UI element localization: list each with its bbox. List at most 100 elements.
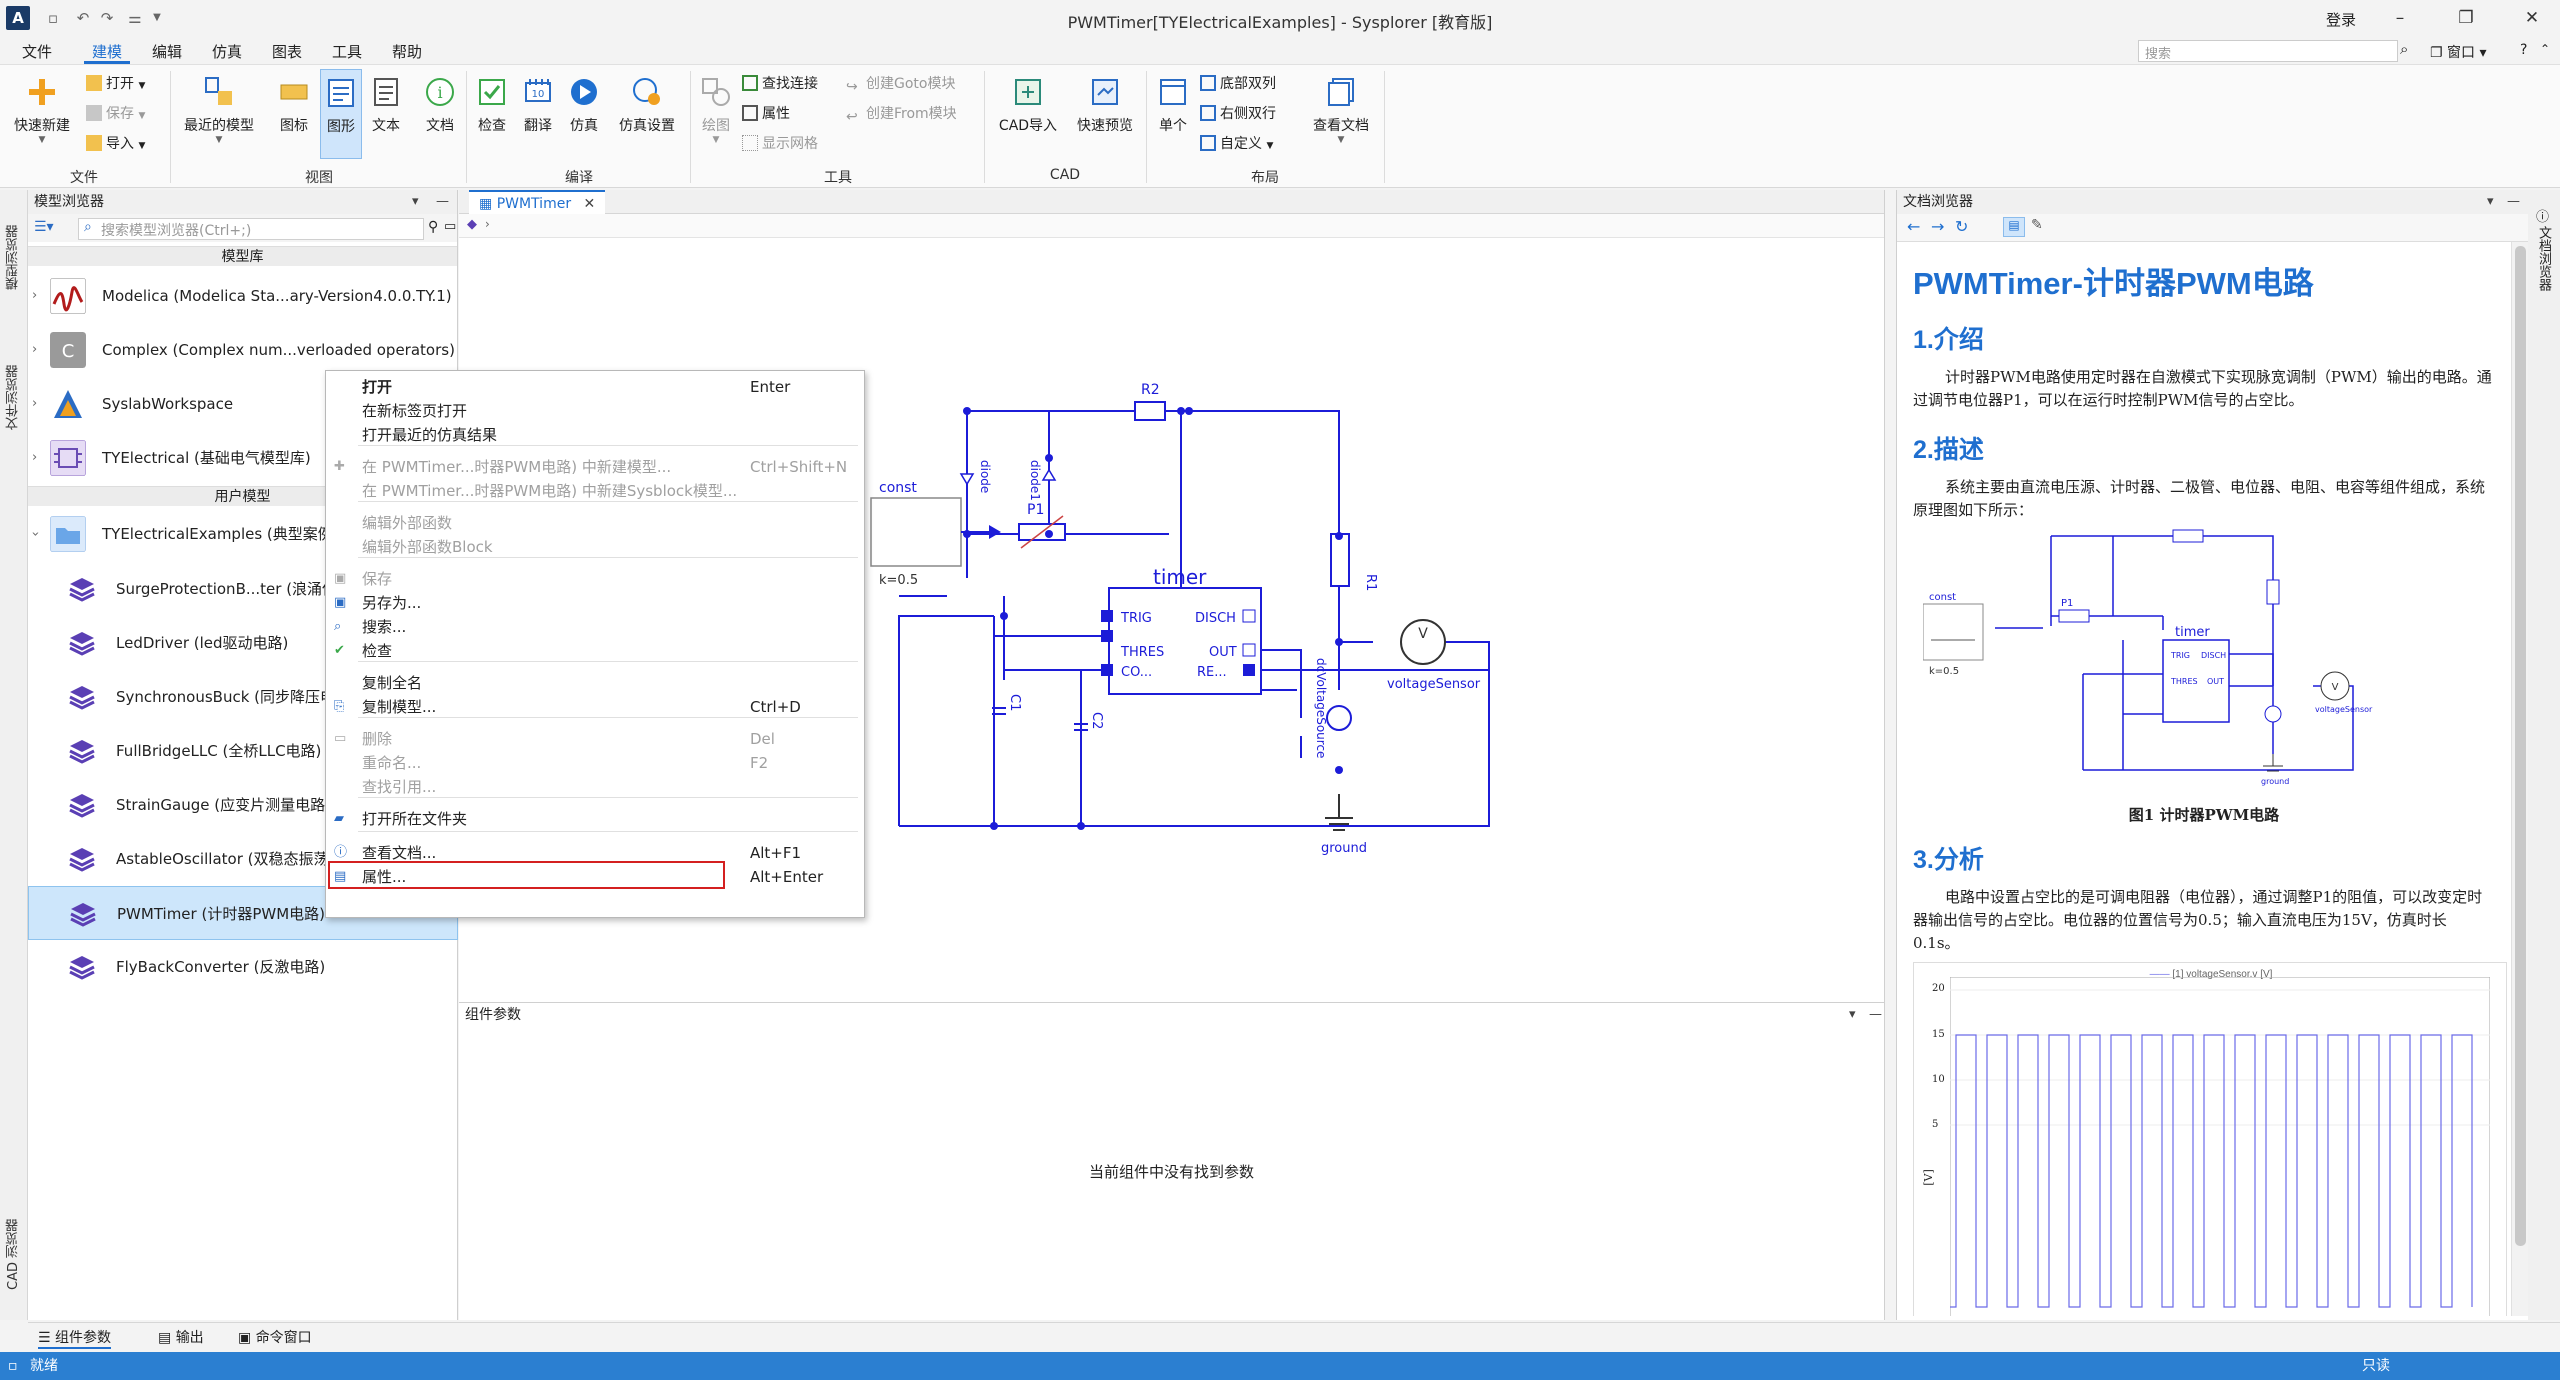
context-menu-item[interactable]: 在 PWMTimer...时器PWM电路) 中新建Sysblock模型... <box>326 479 866 503</box>
sim-settings-button[interactable]: 仿真设置 <box>612 75 682 135</box>
redo-icon[interactable]: ↷ <box>96 7 118 29</box>
login-link[interactable]: 登录 <box>2326 9 2356 30</box>
doc-scroll-thumb[interactable] <box>2515 246 2526 1246</box>
simulate-button[interactable]: 仿真 <box>564 75 604 135</box>
menu-edit[interactable]: 编辑 <box>144 40 190 64</box>
quick-access-icon[interactable]: ⚌ <box>124 7 146 29</box>
panel-menu-icon[interactable]: ▾ <box>2487 190 2494 214</box>
save-button[interactable]: 保存 ▼ <box>86 103 145 125</box>
minimize-icon[interactable]: – <box>2380 4 2420 32</box>
diagram-view-button[interactable]: 图形 <box>320 69 362 159</box>
translate-button[interactable]: 10 翻译 <box>518 75 558 135</box>
bottom-two-column-button[interactable]: 底部双列 <box>1200 73 1276 95</box>
quick-new-button[interactable]: 快速新建 ▼ <box>6 75 78 145</box>
tab-model-browser[interactable]: 模型浏览器 <box>4 200 24 290</box>
show-grid-button[interactable]: 显示网格 <box>742 133 818 155</box>
context-menu-item[interactable]: 复制全名 <box>326 671 866 695</box>
customize-quick-access-icon[interactable]: ▼ <box>146 7 168 29</box>
panel-minimize-icon[interactable]: — <box>1869 1003 1882 1027</box>
context-menu-item[interactable]: ▣ 保存 <box>326 567 866 591</box>
draw-button[interactable]: 绘图 ▼ <box>696 75 736 145</box>
import-button[interactable]: 导入 ▼ <box>86 133 145 155</box>
context-menu-item[interactable]: 在新标签页打开 <box>326 399 866 423</box>
expand-arrow-icon[interactable]: › <box>32 378 37 430</box>
check-button[interactable]: 检查 <box>472 75 512 135</box>
custom-layout-button[interactable]: 自定义 ▼ <box>1200 133 1273 155</box>
context-menu-item[interactable]: 重命名... F2 <box>326 751 866 775</box>
context-menu-item[interactable]: 打开 Enter <box>326 375 866 399</box>
panel-menu-icon[interactable]: ▾ <box>412 190 419 214</box>
panel-minimize-icon[interactable]: — <box>2507 190 2520 214</box>
menu-chart[interactable]: 图表 <box>264 40 310 64</box>
attributes-button[interactable]: 属性 <box>742 103 790 125</box>
tab-file-browser[interactable]: 文件浏览器 <box>4 340 24 430</box>
help-icon[interactable]: ? <box>2520 42 2527 58</box>
find-connect-button[interactable]: 查找连接 <box>742 73 818 95</box>
context-menu-item[interactable]: ▭ 删除 Del <box>326 727 866 751</box>
resistor-r2[interactable] <box>1134 401 1166 421</box>
context-menu-item[interactable]: ▰ 打开所在文件夹 <box>326 807 866 831</box>
context-menu-item[interactable]: ▣ 另存为... <box>326 591 866 615</box>
maximize-icon[interactable]: ❐ <box>2446 4 2486 32</box>
text-view-button[interactable]: 文本 <box>366 75 406 135</box>
ground-symbol[interactable] <box>1325 794 1353 831</box>
expand-arrow-icon[interactable]: › <box>32 270 37 322</box>
doc-scrollbar[interactable] <box>2511 242 2529 1316</box>
tab-component-params[interactable]: ☰ 组件参数 <box>38 1327 112 1349</box>
icon-view-button[interactable]: 图标 <box>274 75 314 135</box>
menu-help[interactable]: 帮助 <box>384 40 430 64</box>
context-menu-item[interactable]: 查找引用... <box>326 775 866 799</box>
ribbon-collapse-icon[interactable]: ⌃ <box>2540 42 2550 56</box>
quick-preview-button[interactable]: 快速预览 <box>1068 75 1142 135</box>
tab-cad-browser[interactable]: CAD 浏览器 <box>4 1200 24 1290</box>
context-menu-item[interactable]: ⎘ 复制模型... Ctrl+D <box>326 695 866 719</box>
menu-file[interactable]: 文件 <box>14 40 60 64</box>
filter-icon[interactable]: ⚲ <box>428 219 438 235</box>
tree-item-user-model[interactable]: FlyBackConverter (反激电路) <box>28 940 458 994</box>
open-button[interactable]: 打开 ▼ <box>86 73 145 95</box>
close-icon[interactable]: ✕ <box>2512 4 2552 32</box>
tab-doc-browser[interactable]: 文档浏览器 <box>2534 226 2553 316</box>
breadcrumb-arrow-icon[interactable]: › <box>485 217 490 231</box>
diode1[interactable] <box>1041 468 1057 481</box>
close-tab-icon[interactable]: ✕ <box>584 196 596 212</box>
tab-pwmtimer[interactable]: ▦ PWMTimer ✕ <box>469 190 606 214</box>
back-icon[interactable]: ← <box>1907 217 1920 236</box>
create-from-button[interactable]: ↩ 创建From模块 <box>846 103 957 125</box>
single-layout-button[interactable]: 单个 <box>1152 75 1194 135</box>
recent-models-button[interactable]: 最近的模型 ▼ <box>174 75 264 145</box>
dc-voltage-source[interactable] <box>1326 705 1352 731</box>
model-search-input[interactable]: 搜索模型浏览器(Ctrl+;) <box>78 218 424 240</box>
context-menu-item[interactable]: 编辑外部函数Block <box>326 535 866 559</box>
create-goto-button[interactable]: ↪ 创建Goto模块 <box>846 73 955 95</box>
list-view-icon[interactable]: ☰▾ <box>34 219 54 235</box>
const-block[interactable] <box>870 497 962 567</box>
new-file-icon[interactable]: ▫ <box>42 7 64 29</box>
resistor-r1[interactable] <box>1330 533 1350 587</box>
tree-item-modelica[interactable]: › Modelica (Modelica Sta...ary-Version4.… <box>28 270 458 322</box>
collapse-all-icon[interactable]: ▭ <box>444 219 456 234</box>
edit-doc-icon[interactable]: ✎ <box>2031 217 2043 233</box>
view-mode-icon[interactable]: ▤ <box>2003 217 2025 237</box>
tab-output[interactable]: ▤ 输出 <box>158 1327 204 1349</box>
context-menu-item[interactable]: ✔ 检查 <box>326 639 866 663</box>
context-menu-item[interactable]: 打开最近的仿真结果 <box>326 423 866 447</box>
context-menu-item[interactable]: 编辑外部函数 <box>326 511 866 535</box>
menu-tools[interactable]: 工具 <box>324 40 370 64</box>
right-two-row-button[interactable]: 右侧双行 <box>1200 103 1276 125</box>
doc-view-button[interactable]: i 文档 <box>420 75 460 135</box>
context-menu-item[interactable]: ✚ 在 PWMTimer...时器PWM电路) 中新建模型... Ctrl+Shif… <box>326 455 866 479</box>
panel-minimize-icon[interactable]: — <box>436 190 449 214</box>
tab-command-window[interactable]: ▣ 命令窗口 <box>238 1327 312 1349</box>
forward-icon[interactable]: → <box>1931 217 1944 236</box>
undo-icon[interactable]: ↶ <box>72 7 94 29</box>
global-search-input[interactable]: 搜索 <box>2138 40 2398 62</box>
menu-modeling[interactable]: 建模 <box>84 40 131 64</box>
diode[interactable] <box>959 473 975 486</box>
expand-arrow-icon[interactable]: › <box>32 324 37 376</box>
expand-arrow-icon[interactable]: › <box>32 432 37 484</box>
cad-import-button[interactable]: CAD导入 <box>990 75 1066 135</box>
panel-menu-icon[interactable]: ▾ <box>1849 1003 1856 1027</box>
view-doc-button[interactable]: 查看文档 ▼ <box>1306 75 1376 145</box>
search-icon[interactable]: ⌕ <box>2400 40 2422 62</box>
